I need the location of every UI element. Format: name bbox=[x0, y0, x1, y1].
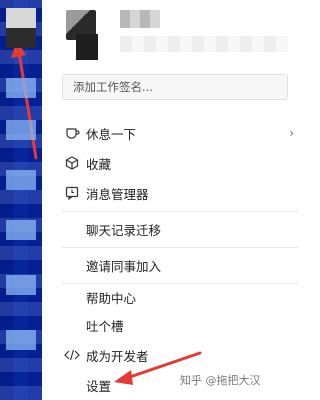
watermark: 知乎 @拖把大汉 bbox=[180, 374, 261, 387]
work-signature-placeholder: 添加工作签名... bbox=[73, 80, 153, 94]
sidebar-item[interactable] bbox=[6, 220, 36, 240]
menu-label-feedback: 吐个槽 bbox=[86, 318, 124, 334]
sidebar-item[interactable] bbox=[6, 170, 36, 190]
avatar[interactable] bbox=[66, 10, 98, 60]
message-clock-icon bbox=[64, 185, 80, 201]
profile-menu-panel: 添加工作签名... 休息一下 › 收藏 消息管理器 聊天记录迁移 邀请同事加入 … bbox=[42, 0, 298, 400]
menu-label-developer: 成为开发者 bbox=[86, 348, 149, 364]
sidebar-avatar[interactable] bbox=[6, 8, 36, 48]
divider bbox=[62, 247, 298, 248]
left-sidebar bbox=[0, 0, 42, 400]
profile-info-blurred bbox=[120, 36, 288, 52]
menu-label-chat-migrate: 聊天记录迁移 bbox=[86, 222, 162, 238]
cube-icon bbox=[64, 155, 80, 171]
menu-label-favorites: 收藏 bbox=[86, 156, 112, 172]
chevron-right-icon: › bbox=[289, 126, 294, 140]
menu-label-settings: 设置 bbox=[86, 378, 112, 394]
divider bbox=[62, 211, 298, 212]
profile-name-blurred bbox=[120, 10, 160, 28]
menu-label-message-manager: 消息管理器 bbox=[86, 186, 149, 202]
sidebar-item[interactable] bbox=[6, 120, 36, 140]
menu-item-favorites[interactable]: 收藏 bbox=[42, 150, 298, 176]
menu-item-message-manager[interactable]: 消息管理器 bbox=[42, 180, 298, 206]
menu-item-chat-migrate[interactable]: 聊天记录迁移 bbox=[42, 216, 298, 242]
menu-label-invite: 邀请同事加入 bbox=[86, 258, 162, 274]
work-signature-field[interactable]: 添加工作签名... bbox=[62, 74, 288, 100]
coffee-cup-icon bbox=[64, 125, 80, 141]
menu-item-invite[interactable]: 邀请同事加入 bbox=[42, 252, 298, 278]
sidebar-item[interactable] bbox=[6, 330, 36, 350]
code-icon bbox=[64, 347, 80, 363]
menu-item-feedback[interactable]: 吐个槽 bbox=[42, 312, 298, 338]
sidebar-item[interactable] bbox=[6, 275, 36, 295]
menu-label-help: 帮助中心 bbox=[86, 290, 137, 306]
menu-label-rest: 休息一下 bbox=[86, 126, 137, 142]
menu-item-rest[interactable]: 休息一下 › bbox=[42, 120, 298, 146]
menu-item-help[interactable]: 帮助中心 bbox=[42, 284, 298, 310]
sidebar-item[interactable] bbox=[6, 78, 36, 98]
menu-item-developer[interactable]: 成为开发者 bbox=[42, 342, 298, 368]
